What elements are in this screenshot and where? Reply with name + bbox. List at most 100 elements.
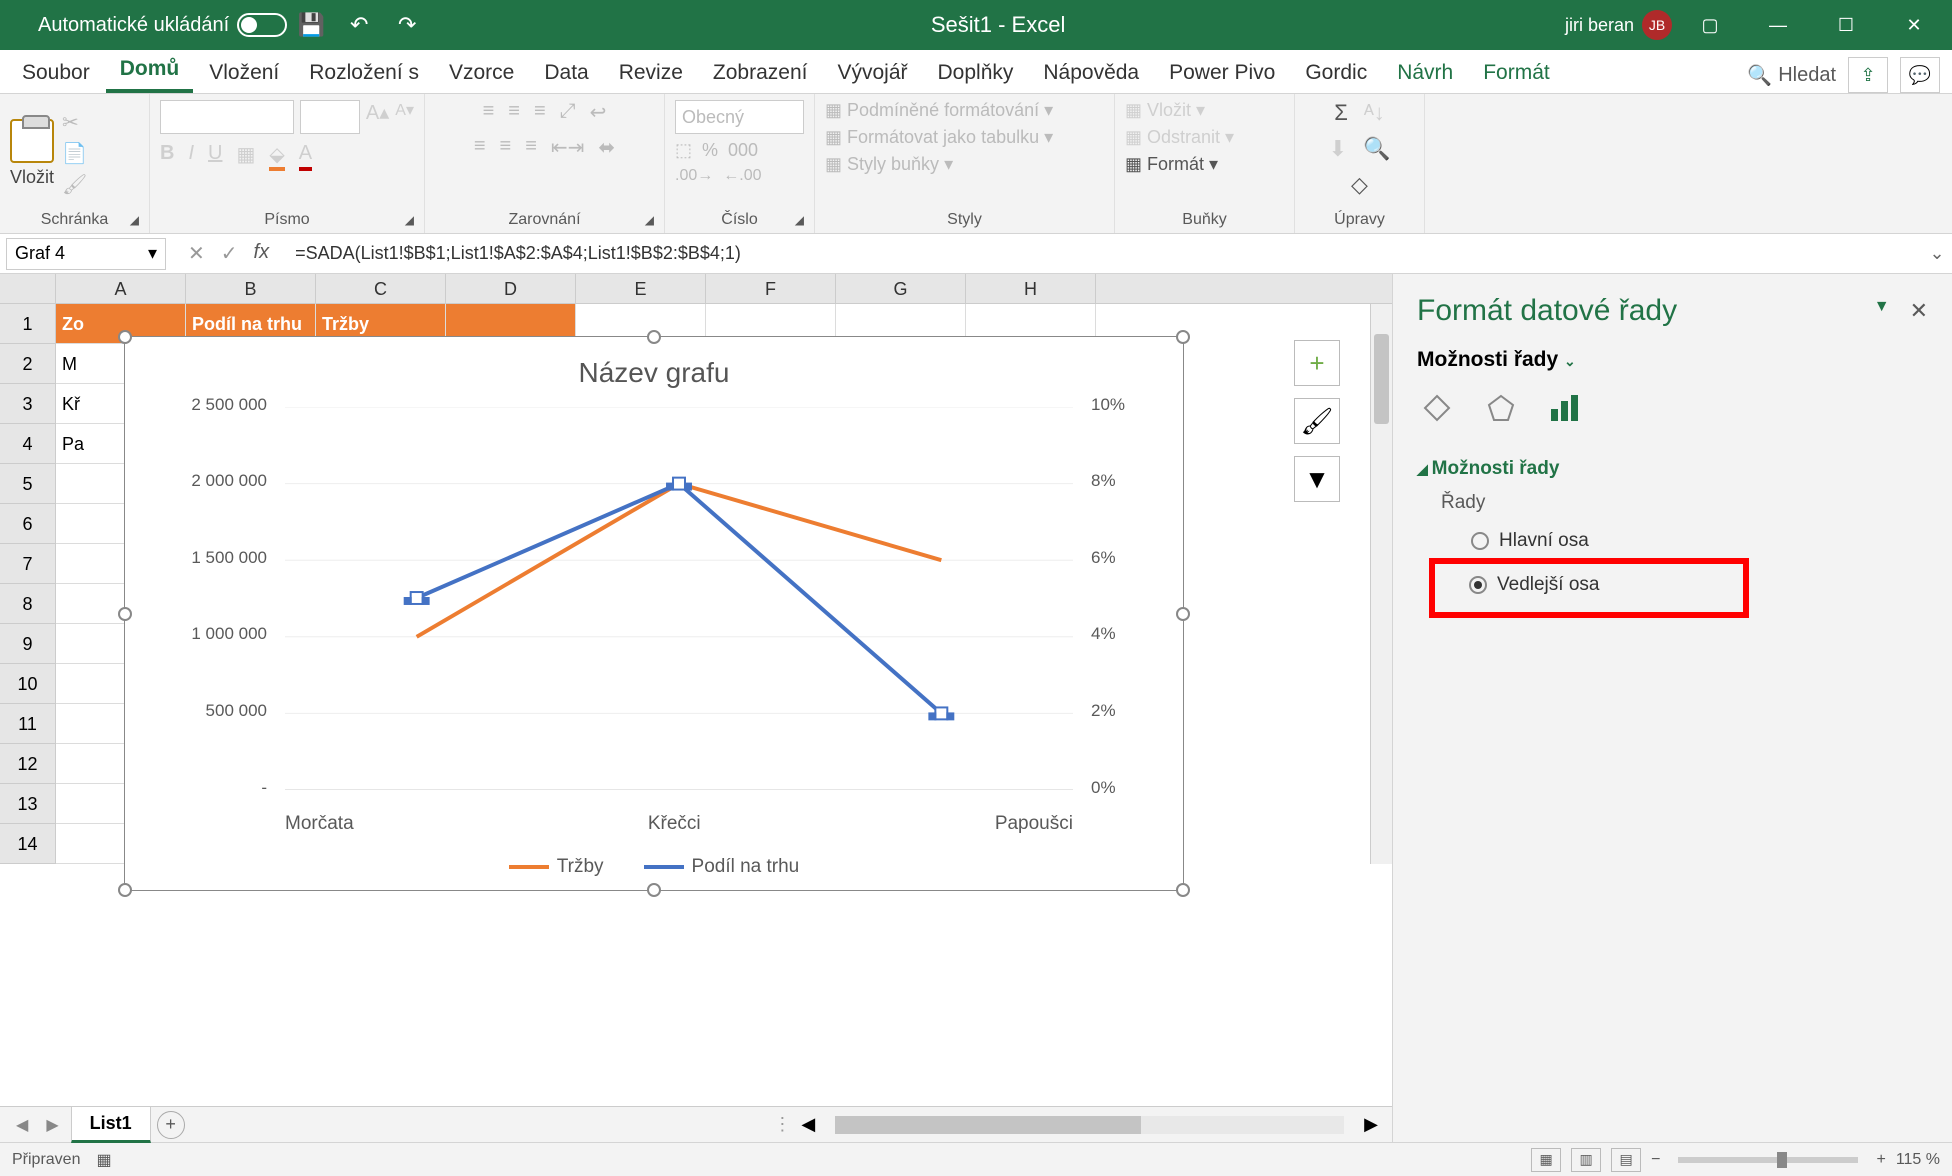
col-header[interactable]: E [576, 274, 706, 303]
select-all-corner[interactable] [0, 274, 56, 303]
vertical-scrollbar[interactable] [1370, 304, 1392, 864]
fill-icon[interactable]: ⬇ [1329, 136, 1347, 162]
align-top-icon[interactable]: ≡ [483, 100, 495, 125]
undo-icon[interactable]: ↶ [341, 7, 377, 43]
chart-title[interactable]: Název grafu [125, 357, 1183, 389]
row-header[interactable]: 5 [0, 464, 56, 504]
name-box[interactable]: Graf 4▾ [6, 238, 166, 270]
cancel-formula-icon[interactable]: ✕ [188, 241, 205, 266]
copy-icon[interactable]: 📄 [62, 141, 87, 166]
align-middle-icon[interactable]: ≡ [508, 100, 520, 125]
tab-domů[interactable]: Domů [106, 49, 194, 93]
merge-icon[interactable]: ⬌ [598, 135, 615, 160]
col-header[interactable]: H [966, 274, 1096, 303]
decrease-font-icon[interactable]: A▾ [395, 100, 414, 134]
align-right-icon[interactable]: ≡ [525, 135, 537, 160]
clear-icon[interactable]: ◇ [1351, 172, 1368, 197]
user-avatar[interactable]: JB [1642, 10, 1672, 40]
launcher-icon[interactable]: ◢ [130, 213, 139, 227]
italic-icon[interactable]: I [188, 142, 194, 171]
series-options-category-icon[interactable] [1545, 388, 1585, 428]
font-name[interactable] [160, 100, 294, 134]
series-podil[interactable] [417, 484, 942, 714]
row-header[interactable]: 4 [0, 424, 56, 464]
secondary-axis-radio[interactable]: Vedlejší osa [1439, 568, 1739, 602]
tab-nápověda[interactable]: Nápověda [1029, 53, 1153, 93]
tab-soubor[interactable]: Soubor [8, 53, 104, 93]
launcher-icon[interactable]: ◢ [405, 213, 414, 227]
col-header[interactable]: C [316, 274, 446, 303]
tab-vložení[interactable]: Vložení [195, 53, 293, 93]
increase-font-icon[interactable]: A▴ [366, 100, 389, 134]
autosum-icon[interactable]: Σ [1334, 100, 1348, 126]
tab-vývojář[interactable]: Vývojář [823, 53, 921, 93]
percent-icon[interactable]: % [702, 140, 718, 161]
decrease-decimal-icon[interactable]: ←.00 [723, 167, 761, 185]
border-icon[interactable]: ▦ [236, 142, 255, 171]
chart-filters-button[interactable]: ▼ [1294, 456, 1340, 502]
minimize-icon[interactable]: — [1748, 0, 1808, 50]
row-header[interactable]: 14 [0, 824, 56, 864]
save-icon[interactable]: 💾 [293, 7, 329, 43]
comments-button[interactable]: 💬 [1900, 57, 1940, 93]
font-color-icon[interactable]: A [299, 142, 312, 171]
embedded-chart[interactable]: Název grafu -500 0001 000 0001 500 0002 … [124, 336, 1184, 891]
pane-options-icon[interactable]: ▼ [1874, 298, 1890, 324]
col-header[interactable]: F [706, 274, 836, 303]
chart-styles-button[interactable]: 🖌 [1294, 398, 1340, 444]
col-header[interactable]: B [186, 274, 316, 303]
bold-icon[interactable]: B [160, 142, 174, 171]
row-header[interactable]: 11 [0, 704, 56, 744]
delete-cells[interactable]: ▦ Odstranit ▾ [1125, 127, 1234, 148]
primary-axis-radio[interactable]: Hlavní osa [1441, 524, 1928, 558]
fill-line-category-icon[interactable] [1417, 388, 1457, 428]
format-cells[interactable]: ▦ Formát ▾ [1125, 154, 1218, 175]
format-painter-icon[interactable]: 🖌 [62, 172, 87, 197]
tab-rozložení-s[interactable]: Rozložení s [295, 53, 433, 93]
normal-view-icon[interactable]: ▦ [1531, 1148, 1561, 1172]
format-as-table[interactable]: ▦ Formátovat jako tabulku ▾ [825, 127, 1053, 148]
col-header[interactable]: D [446, 274, 576, 303]
orientation-icon[interactable]: ⤢ [560, 100, 576, 125]
ribbon-options-icon[interactable]: ▢ [1680, 0, 1740, 50]
zoom-in-icon[interactable]: + [1876, 1151, 1885, 1169]
fx-icon[interactable]: fx [254, 241, 270, 266]
paste-button[interactable]: Vložit [10, 119, 54, 188]
underline-icon[interactable]: U [208, 142, 222, 171]
col-header[interactable]: G [836, 274, 966, 303]
align-bottom-icon[interactable]: ≡ [534, 100, 546, 125]
search-input[interactable]: Hledat [1778, 64, 1836, 87]
pane-subtitle[interactable]: Možnosti řady [1417, 348, 1558, 371]
number-format[interactable]: Obecný [675, 100, 804, 134]
zoom-out-icon[interactable]: − [1651, 1151, 1660, 1169]
zoom-slider[interactable] [1678, 1157, 1858, 1163]
currency-icon[interactable]: ⬚ [675, 140, 692, 161]
row-header[interactable]: 8 [0, 584, 56, 624]
find-icon[interactable]: 🔍 [1363, 136, 1390, 162]
conditional-formatting[interactable]: ▦ Podmíněné formátování ▾ [825, 100, 1053, 121]
page-layout-view-icon[interactable]: ▥ [1571, 1148, 1601, 1172]
redo-icon[interactable]: ↷ [389, 7, 425, 43]
chart-elements-button[interactable]: + [1294, 340, 1340, 386]
tab-power-pivo[interactable]: Power Pivo [1155, 53, 1289, 93]
cell-styles[interactable]: ▦ Styly buňky ▾ [825, 154, 953, 175]
tab-návrh[interactable]: Návrh [1383, 53, 1467, 93]
tab-data[interactable]: Data [530, 53, 602, 93]
row-header[interactable]: 1 [0, 304, 56, 344]
tab-gordic[interactable]: Gordic [1291, 53, 1381, 93]
wrap-text-icon[interactable]: ↩ [590, 100, 607, 125]
maximize-icon[interactable]: ☐ [1816, 0, 1876, 50]
row-header[interactable]: 7 [0, 544, 56, 584]
enter-formula-icon[interactable]: ✓ [221, 241, 238, 266]
tab-vzorce[interactable]: Vzorce [435, 53, 528, 93]
row-header[interactable]: 3 [0, 384, 56, 424]
align-center-icon[interactable]: ≡ [500, 135, 512, 160]
indent-icon[interactable]: ⇤⇥ [551, 135, 585, 160]
row-header[interactable]: 10 [0, 664, 56, 704]
formula-bar[interactable]: =SADA(List1!$B$1;List1!$A$2:$A$4;List1!$… [285, 243, 1922, 264]
tab-revize[interactable]: Revize [605, 53, 697, 93]
chevron-down-icon[interactable]: ⌄ [1564, 353, 1576, 369]
row-header[interactable]: 6 [0, 504, 56, 544]
cut-icon[interactable]: ✂ [62, 110, 87, 135]
row-header[interactable]: 13 [0, 784, 56, 824]
